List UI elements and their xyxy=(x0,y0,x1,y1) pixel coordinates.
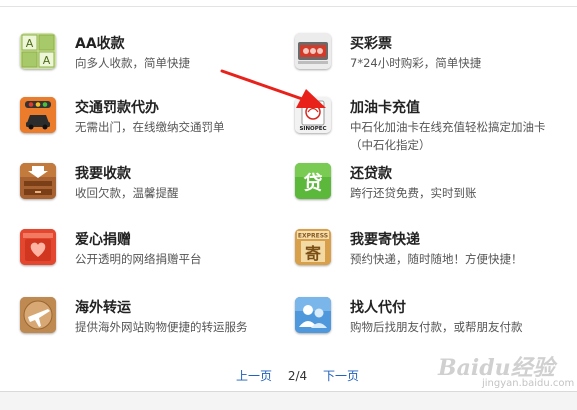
watermark-url: jingyan.baidu.com xyxy=(482,378,575,389)
annotation-arrow-icon xyxy=(220,69,326,108)
bottom-bar xyxy=(0,392,577,410)
